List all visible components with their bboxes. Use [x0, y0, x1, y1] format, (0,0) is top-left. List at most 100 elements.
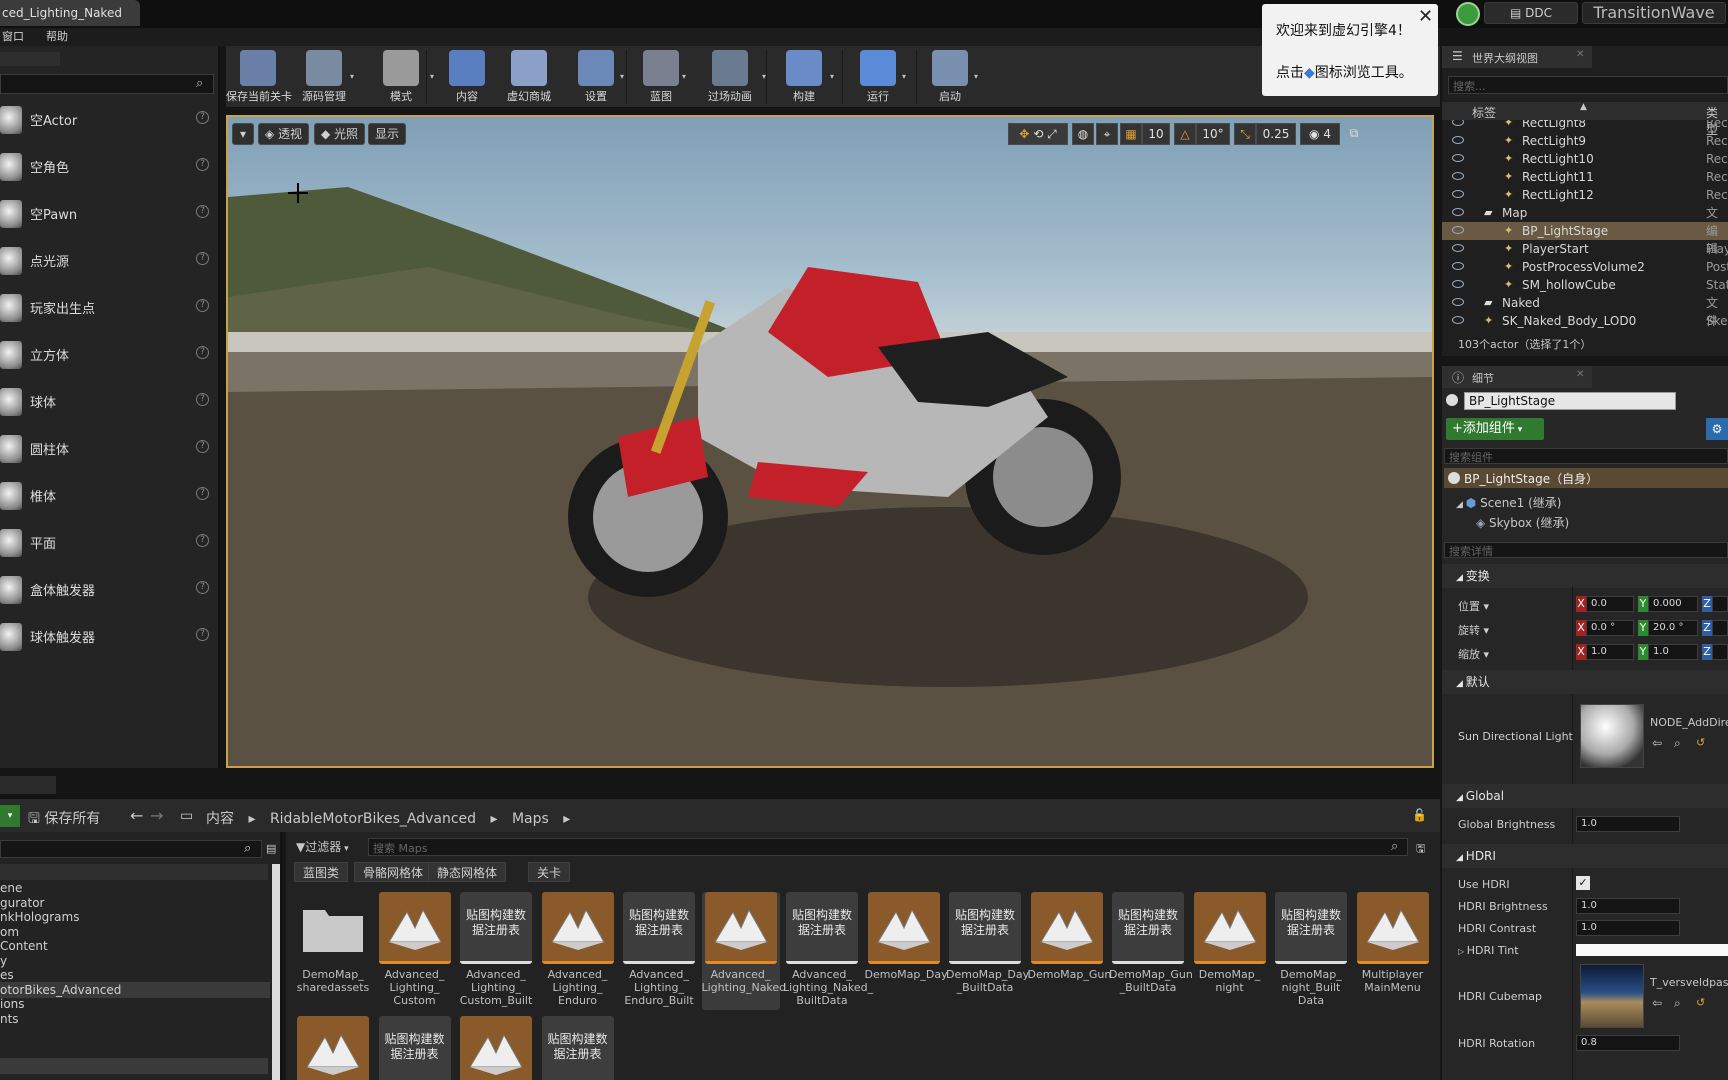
asset-tile[interactable]: Advanced_ Lighting_ Enduro [539, 892, 617, 1010]
asset-tile[interactable]: 贴图构建数据注册表 DemoMap_Gun _BuiltData [1109, 892, 1193, 1010]
visibility-eye-icon[interactable] [1452, 244, 1464, 252]
place-item[interactable]: 平面? [0, 519, 218, 566]
place-item[interactable]: 空Pawn? [0, 190, 218, 237]
use-selected-icon[interactable]: ⇦ [1652, 996, 1662, 1010]
outliner-row[interactable]: ✦SK_Naked_Body_LOD0Skele [1442, 312, 1728, 330]
place-item[interactable]: 球体? [0, 378, 218, 425]
place-item[interactable]: 椎体? [0, 472, 218, 519]
global-brightness-field[interactable]: 1.0 [1576, 816, 1680, 832]
scale-z-field[interactable] [1712, 644, 1728, 660]
forward-icon[interactable]: → [150, 806, 163, 825]
close-icon[interactable]: ✕ [1418, 6, 1433, 27]
asset-tile[interactable]: Multiplayer MainMenu [1354, 892, 1432, 1010]
dropdown-arrow-icon[interactable]: ▾ [682, 72, 686, 81]
content-browser-tab[interactable] [0, 776, 56, 794]
section-hdri[interactable]: ◢ HDRI [1442, 844, 1728, 868]
asset-tile[interactable]: 贴图构建数据注册表 DemoMap_Day _BuiltData [946, 892, 1029, 1010]
hdri-brightness-field[interactable]: 1.0 [1576, 898, 1680, 914]
camera-speed[interactable]: ◉ 4 [1300, 123, 1340, 145]
close-tab-icon[interactable]: ✕ [1576, 49, 1584, 60]
breadcrumb-maps[interactable]: Maps [512, 811, 549, 827]
lit-button[interactable]: ◆ 光照 [314, 123, 366, 145]
tree-scrollbar[interactable] [272, 864, 280, 1080]
toolbar-button[interactable]: 源码管理 [292, 48, 356, 106]
visibility-eye-icon[interactable] [1452, 298, 1464, 306]
search-details-input[interactable]: 搜索详情 [1444, 542, 1728, 558]
asset-tile[interactable]: DemoMap_ night [1191, 892, 1269, 1010]
dropdown-arrow-icon[interactable]: ▾ [620, 72, 624, 81]
save-all-button[interactable]: 🖫 保存所有 [28, 808, 100, 832]
visibility-eye-icon[interactable] [1452, 316, 1464, 324]
breadcrumb-content[interactable]: 内容 [206, 811, 234, 827]
source-control-status-icon[interactable] [1456, 2, 1480, 26]
outliner-row[interactable]: ✦RectLight10Rect [1442, 150, 1728, 168]
surface-snap-icon[interactable]: ⌖ [1096, 123, 1118, 145]
place-item[interactable]: 空角色? [0, 143, 218, 190]
scale-x-field[interactable]: 1.0 [1586, 644, 1634, 660]
asset-tile[interactable]: 贴图构建数据注册表 Advanced_ Lighting_ Custom_Buil… [457, 892, 535, 1010]
scale-label[interactable]: 缩放 ▾ [1458, 646, 1489, 662]
world-local-icon[interactable]: ◍ [1072, 123, 1094, 145]
use-hdri-checkbox[interactable]: ✓ [1576, 876, 1590, 890]
level-viewport[interactable]: ▾ ◈ 透视 ◆ 光照 显示 ✥ ⟲ ⤢ ◍ ⌖ ▦ 10 △ 10° ⤡ 0.… [226, 115, 1434, 768]
rotation-snap-value[interactable]: 10° [1196, 123, 1230, 145]
perspective-button[interactable]: ◈ 透视 [258, 123, 310, 145]
dropdown-arrow-icon[interactable]: ▾ [974, 72, 978, 81]
place-item[interactable]: 点光源? [0, 237, 218, 284]
help-icon[interactable]: ? [196, 487, 209, 500]
asset-tile[interactable]: 贴图构建数据注册表 [376, 1016, 454, 1080]
scale-snap-value[interactable]: 0.25 [1256, 123, 1296, 145]
outliner-row[interactable]: ▰Map文件 [1442, 204, 1728, 238]
browse-icon[interactable]: ⌕ [1674, 996, 1681, 1011]
help-icon[interactable]: ? [196, 440, 209, 453]
asset-tile[interactable]: DemoMap_ sharedassets [294, 892, 372, 1010]
visibility-eye-icon[interactable] [1452, 172, 1464, 180]
place-item[interactable]: 空Actor? [0, 96, 218, 143]
visibility-eye-icon[interactable] [1452, 262, 1464, 270]
hdri-cubemap-thumbnail[interactable] [1580, 964, 1644, 1028]
help-icon[interactable]: ? [196, 346, 209, 359]
dropdown-arrow-icon[interactable]: ▾ [430, 72, 434, 81]
location-y-field[interactable]: 0.000 [1648, 596, 1698, 612]
outliner-tab[interactable]: ☰ 世界大纲视图 ✕ [1442, 46, 1592, 68]
add-new-dropdown[interactable]: ▾ [0, 805, 20, 827]
location-label[interactable]: 位置 ▾ [1458, 598, 1489, 614]
save-search-icon[interactable]: 🖫 [1416, 840, 1425, 859]
collections-header[interactable] [0, 1058, 268, 1074]
rotation-snap-icon[interactable]: △ [1174, 123, 1196, 145]
place-search-input[interactable] [0, 74, 214, 94]
hdri-contrast-field[interactable]: 1.0 [1576, 920, 1680, 936]
maximize-viewport-icon[interactable]: ⧉ [1346, 123, 1362, 145]
place-panel-tab[interactable] [0, 52, 60, 66]
toolbar-button[interactable]: 过场动画 [692, 48, 768, 106]
search-components-input[interactable]: 搜索组件 [1444, 448, 1728, 464]
tree-options-icon[interactable]: ▤ [266, 842, 276, 855]
asset-tile[interactable] [294, 1016, 372, 1080]
outliner-row[interactable]: ✦SM_hollowCubeStati [1442, 276, 1728, 294]
component-self-row[interactable]: BP_LightStage（自身） [1444, 468, 1728, 488]
place-item[interactable]: 立方体? [0, 331, 218, 378]
section-global[interactable]: ◢ Global [1442, 784, 1728, 808]
asset-tile[interactable]: DemoMap_Gun [1028, 892, 1111, 1010]
help-icon[interactable]: ? [196, 299, 209, 312]
blueprint-settings-icon[interactable]: ⚙ [1706, 418, 1728, 440]
asset-tile[interactable]: Advanced_ Lighting_ Custom [376, 892, 454, 1010]
document-tab[interactable]: ced_Lighting_Naked [0, 0, 140, 26]
asset-tile[interactable]: 贴图构建数据注册表 Advanced_ Lighting_Naked_ Built… [783, 892, 873, 1010]
visibility-eye-icon[interactable] [1452, 120, 1464, 126]
rotation-z-field[interactable] [1712, 620, 1728, 636]
rotation-label[interactable]: 旋转 ▾ [1458, 622, 1489, 638]
help-icon[interactable]: ? [196, 158, 209, 171]
asset-tile[interactable]: 贴图构建数据注册表 DemoMap_ night_Built Data [1272, 892, 1350, 1010]
grid-snap-icon[interactable]: ▦ [1120, 123, 1142, 145]
breadcrumb-ridable[interactable]: RidableMotorBikes_Advanced [270, 811, 476, 827]
grid-size-value[interactable]: 10 [1142, 123, 1170, 145]
help-icon[interactable]: ? [196, 111, 209, 124]
transform-tools[interactable]: ✥ ⟲ ⤢ [1008, 123, 1068, 145]
visibility-eye-icon[interactable] [1452, 136, 1464, 144]
use-selected-icon[interactable]: ⇦ [1652, 736, 1662, 750]
toolbar-button[interactable]: 蓝图 [634, 48, 688, 106]
help-icon[interactable]: ? [196, 205, 209, 218]
component-skybox[interactable]: ◈ Skybox (继承) [1476, 514, 1569, 531]
asset-tile[interactable]: 贴图构建数据注册表 [539, 1016, 617, 1080]
